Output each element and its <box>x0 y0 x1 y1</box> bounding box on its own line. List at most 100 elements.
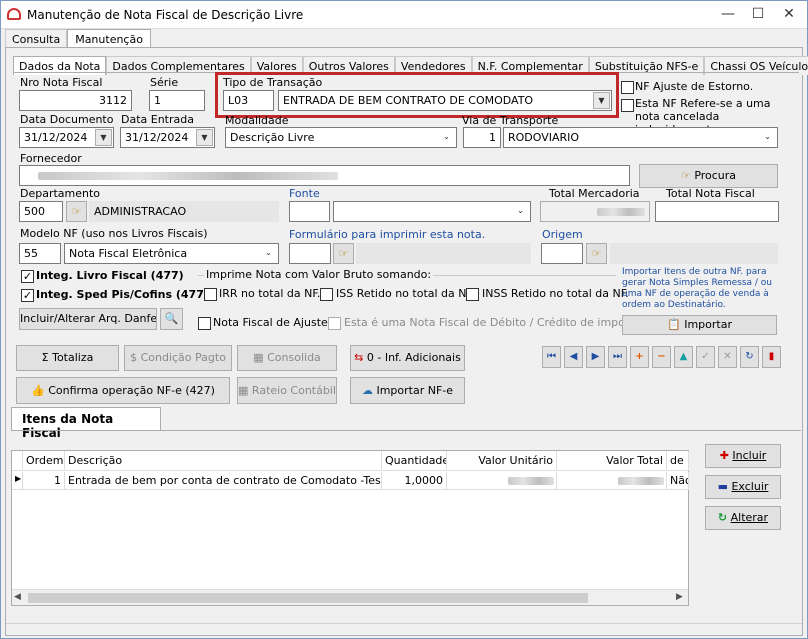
nro-nota-label: Nro Nota Fiscal <box>20 76 103 89</box>
nf-debito-checkbox[interactable] <box>328 317 341 330</box>
integ-livro-checkbox[interactable]: ✓ <box>21 270 34 283</box>
confirma-nfe-button[interactable]: 👍 Confirma operação NF-e (427) <box>16 377 230 404</box>
iss-checkbox[interactable] <box>320 288 333 301</box>
consolida-icon: ▦ <box>253 351 264 364</box>
cell-ordem: 1 <box>23 472 65 490</box>
chevron-down-icon[interactable]: ⌄ <box>260 245 277 262</box>
chevron-down-icon[interactable]: ⌄ <box>759 129 776 146</box>
scroll-right-icon[interactable]: ▶ <box>676 592 683 602</box>
scroll-thumb[interactable] <box>28 593 588 603</box>
tipo-transacao-select[interactable]: ENTRADA DE BEM CONTRATO DE COMODATO ▼ <box>278 90 612 111</box>
departamento-code-input[interactable]: 500 <box>19 201 63 222</box>
col-descricao[interactable]: Descrição <box>65 451 382 471</box>
modelo-value: Nota Fiscal Eletrônica <box>69 247 188 260</box>
procura-button[interactable]: ☞ Procura <box>639 164 778 188</box>
incluir-danfe-button[interactable]: Incluir/Alterar Arq. Danfe <box>19 308 157 330</box>
edit-record-icon[interactable]: ▲ <box>674 346 693 368</box>
window-title: Manutenção de Nota Fiscal de Descrição L… <box>27 8 304 22</box>
importar-nfe-button[interactable]: ☁ Importar NF-e <box>350 377 465 404</box>
irr-checkbox[interactable] <box>204 288 217 301</box>
last-record-icon[interactable]: ⏭ <box>608 346 627 368</box>
nf-refere-checkbox[interactable] <box>621 99 634 112</box>
row-indicator-header <box>12 451 23 471</box>
items-tab-line <box>11 430 801 431</box>
next-record-icon[interactable]: ▶ <box>586 346 605 368</box>
fonte-select[interactable]: ⌄ <box>333 201 531 222</box>
formulario-code-input[interactable] <box>289 243 331 264</box>
search-hand-icon: ☞ <box>680 169 691 182</box>
minimize-icon[interactable]: — <box>713 1 743 27</box>
data-doc-label: Data Documento <box>20 113 114 126</box>
integ-livro-label: Integ. Livro Fiscal (477) <box>36 269 184 282</box>
col-extra[interactable]: de <box>667 451 689 471</box>
origem-lookup-icon[interactable]: ☞ <box>586 243 607 264</box>
departamento-lookup-icon[interactable]: ☞ <box>66 201 87 222</box>
data-doc-input[interactable]: 31/12/2024 ▼ <box>19 127 114 148</box>
modelo-code-input[interactable]: 55 <box>19 243 61 264</box>
horizontal-scrollbar[interactable]: ◀ ▶ <box>12 589 688 605</box>
chevron-down-icon[interactable]: ⌄ <box>512 203 529 220</box>
modalidade-select[interactable]: Descrição Livre ⌄ <box>225 127 457 148</box>
col-valor-total[interactable]: Valor Total <box>557 451 667 471</box>
post-record-icon[interactable]: ✓ <box>696 346 715 368</box>
col-valor-unitario[interactable]: Valor Unitário <box>447 451 557 471</box>
col-quantidade[interactable]: Quantidade <box>382 451 447 471</box>
prev-record-icon[interactable]: ◀ <box>564 346 583 368</box>
fonte-label: Fonte <box>289 187 320 200</box>
formulario-lookup-icon[interactable]: ☞ <box>333 243 354 264</box>
via-code-input[interactable]: 1 <box>463 127 501 148</box>
delete-record-icon[interactable]: − <box>652 346 671 368</box>
via-transporte-label: Via de Transporte <box>462 114 559 127</box>
imprime-label: Imprime Nota com Valor Bruto somando: <box>204 268 434 281</box>
add-record-icon[interactable]: + <box>630 346 649 368</box>
importar-button[interactable]: 📋 Importar <box>622 315 777 335</box>
fonte-code-input[interactable] <box>289 201 330 222</box>
col-ordem[interactable]: Ordem <box>23 451 65 471</box>
via-select[interactable]: RODOVIARIO ⌄ <box>503 127 778 148</box>
nro-nota-input[interactable]: 3112 <box>19 90 132 111</box>
total-nf-input <box>655 201 779 222</box>
inf-adicionais-button[interactable]: ⇆ 0 - Inf. Adicionais <box>350 345 465 371</box>
excluir-item-button[interactable]: ▬ Excluir <box>705 475 781 499</box>
tab-itens[interactable]: Itens da Nota Fiscal <box>11 407 161 440</box>
search-icon[interactable]: 🔍 <box>160 308 183 330</box>
origem-code-input[interactable] <box>541 243 583 264</box>
exit-icon[interactable]: ▮ <box>762 346 781 368</box>
condicao-label: Condição Pagto <box>140 351 226 364</box>
alterar-item-button[interactable]: ↻ Alterar <box>705 506 781 530</box>
serie-input[interactable]: 1 <box>149 90 205 111</box>
first-record-icon[interactable]: ⏮ <box>542 346 561 368</box>
procura-label: Procura <box>694 169 737 182</box>
close-icon[interactable]: ✕ <box>773 1 805 27</box>
modelo-select[interactable]: Nota Fiscal Eletrônica ⌄ <box>64 243 279 264</box>
totaliza-button[interactable]: Σ Totaliza <box>16 345 119 371</box>
rateio-button[interactable]: ▦ Rateio Contábil <box>237 377 337 404</box>
integ-sped-checkbox[interactable]: ✓ <box>21 289 34 302</box>
scroll-left-icon[interactable]: ◀ <box>14 592 21 602</box>
app-icon <box>7 8 21 20</box>
incluir-item-button[interactable]: ✚ Incluir <box>705 444 781 468</box>
data-entrada-input[interactable]: 31/12/2024 ▼ <box>120 127 215 148</box>
tab-manutencao[interactable]: Manutenção <box>67 29 151 49</box>
cell-descricao: Entrada de bem por conta de contrato de … <box>65 472 382 490</box>
tipo-transacao-code[interactable]: L03 <box>223 90 274 111</box>
refresh-icon[interactable]: ↻ <box>740 346 759 368</box>
consolida-button[interactable]: ▦ Consolida <box>237 345 337 371</box>
chevron-down-icon[interactable]: ▼ <box>95 129 112 146</box>
nf-ajuste-checkbox[interactable] <box>198 317 211 330</box>
cancel-record-icon[interactable]: ✕ <box>718 346 737 368</box>
nf-ajuste-estorno-checkbox[interactable] <box>621 81 634 94</box>
fornecedor-input[interactable] <box>19 165 630 186</box>
condicao-button[interactable]: $ Condição Pagto <box>124 345 232 371</box>
tab-consulta[interactable]: Consulta <box>5 29 68 49</box>
importar-nfe-label: Importar NF-e <box>376 384 454 397</box>
totaliza-label: Totaliza <box>52 351 94 364</box>
chevron-down-icon[interactable]: ▼ <box>196 129 213 146</box>
chevron-down-icon[interactable]: ⌄ <box>438 129 455 146</box>
maximize-icon[interactable]: ☐ <box>743 1 773 27</box>
inss-checkbox[interactable] <box>466 288 479 301</box>
origem-name <box>610 243 778 264</box>
row-pointer-icon: ▶ <box>12 472 23 490</box>
items-table[interactable]: Ordem Descrição Quantidade Valor Unitári… <box>11 450 689 606</box>
chevron-down-icon[interactable]: ▼ <box>593 92 610 109</box>
